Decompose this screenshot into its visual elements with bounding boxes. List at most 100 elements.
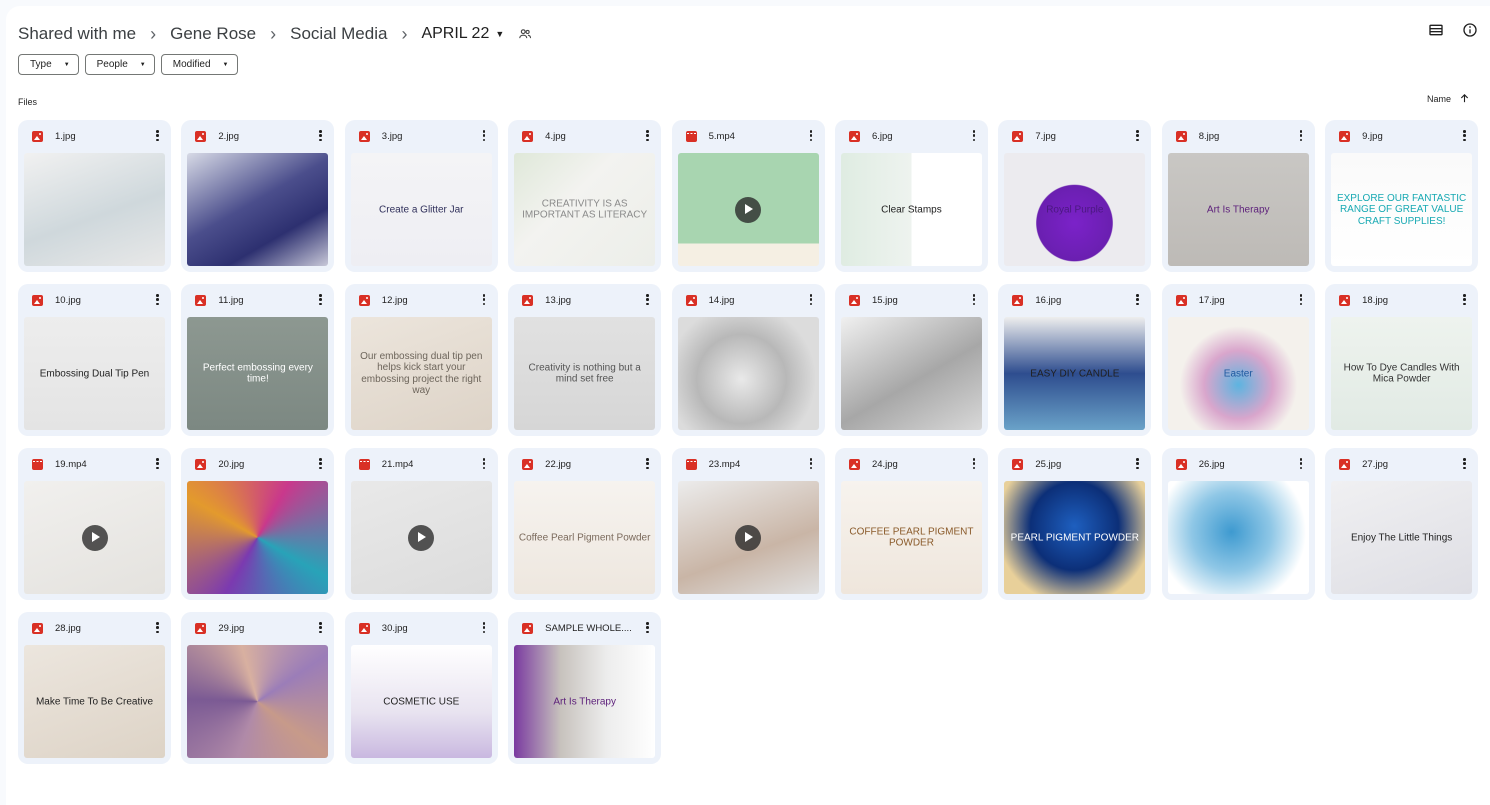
more-actions-icon[interactable]: [1463, 130, 1466, 141]
play-icon[interactable]: [408, 524, 435, 551]
file-card[interactable]: 20.jpg: [181, 448, 335, 600]
file-thumbnail[interactable]: Art Is Therapy: [514, 645, 656, 758]
file-card[interactable]: 29.jpg: [181, 612, 335, 764]
file-thumbnail[interactable]: [187, 153, 329, 266]
file-thumbnail[interactable]: Enjoy The Little Things: [1331, 481, 1473, 594]
info-icon[interactable]: [1462, 22, 1478, 38]
more-actions-icon[interactable]: [809, 130, 813, 141]
file-card[interactable]: 23.mp4: [671, 448, 825, 600]
file-card[interactable]: 30.jpg COSMETIC USE: [344, 612, 498, 764]
more-actions-icon[interactable]: [1299, 458, 1303, 469]
breadcrumb-gene-rose[interactable]: Gene Rose: [170, 20, 256, 48]
file-card[interactable]: 7.jpg Royal Purple: [998, 120, 1152, 272]
file-card[interactable]: 4.jpg CREATIVITY IS AS IMPORTANT AS LITER…: [508, 120, 662, 272]
file-card[interactable]: 5.mp4: [671, 120, 825, 272]
file-card[interactable]: 16.jpg EASY DIY CANDLE: [998, 284, 1152, 436]
file-thumbnail[interactable]: Royal Purple: [1004, 153, 1146, 266]
play-icon[interactable]: [735, 524, 762, 551]
file-thumbnail[interactable]: Create a Glitter Jar: [350, 153, 492, 266]
file-thumbnail[interactable]: CREATIVITY IS AS IMPORTANT AS LITERACY: [514, 153, 656, 266]
more-actions-icon[interactable]: [646, 294, 649, 305]
file-thumbnail[interactable]: Clear Stamps: [840, 153, 982, 266]
file-thumbnail[interactable]: [24, 153, 165, 266]
file-card[interactable]: 27.jpg Enjoy The Little Things: [1325, 448, 1479, 600]
filter-type-button[interactable]: Type ▼: [18, 54, 79, 75]
file-thumbnail[interactable]: COFFEE PEARL PIGMENT POWDER: [840, 481, 982, 594]
more-actions-icon[interactable]: [1299, 294, 1303, 305]
more-actions-icon[interactable]: [482, 294, 486, 305]
file-card[interactable]: 21.mp4: [344, 448, 498, 600]
file-thumbnail[interactable]: COSMETIC USE: [350, 645, 492, 758]
file-card[interactable]: 1.jpg: [18, 120, 171, 272]
file-thumbnail[interactable]: Easter: [1167, 317, 1309, 430]
breadcrumb-social-media[interactable]: Social Media: [290, 20, 387, 48]
shared-folder-icon[interactable]: [518, 27, 532, 41]
more-actions-icon[interactable]: [972, 294, 976, 305]
file-thumbnail[interactable]: Embossing Dual Tip Pen: [24, 317, 165, 430]
file-card[interactable]: 17.jpg Easter: [1161, 284, 1315, 436]
file-card[interactable]: 24.jpg COFFEE PEARL PIGMENT POWDER: [834, 448, 988, 600]
more-actions-icon[interactable]: [482, 458, 486, 469]
file-thumbnail[interactable]: PEARL PIGMENT POWDER: [1004, 481, 1146, 594]
file-thumbnail[interactable]: [187, 645, 329, 758]
file-card[interactable]: 12.jpg Our embossing dual tip pen helps k…: [344, 284, 498, 436]
more-actions-icon[interactable]: [319, 130, 322, 141]
file-card[interactable]: 11.jpg Perfect embossing every time!: [181, 284, 335, 436]
file-card[interactable]: 3.jpg Create a Glitter Jar: [344, 120, 498, 272]
file-thumbnail[interactable]: [677, 481, 819, 594]
arrow-up-icon[interactable]: [1459, 93, 1470, 104]
file-card[interactable]: 15.jpg: [834, 284, 988, 436]
file-thumbnail[interactable]: Our embossing dual tip pen helps kick st…: [350, 317, 492, 430]
breadcrumb-shared-with-me[interactable]: Shared with me: [18, 20, 136, 48]
more-actions-icon[interactable]: [809, 294, 813, 305]
more-actions-icon[interactable]: [156, 294, 159, 305]
file-card[interactable]: 28.jpg Make Time To Be Creative: [18, 612, 171, 764]
more-actions-icon[interactable]: [972, 458, 976, 469]
file-thumbnail[interactable]: How To Dye Candles With Mica Powder: [1331, 317, 1473, 430]
more-actions-icon[interactable]: [156, 130, 159, 141]
file-thumbnail[interactable]: EASY DIY CANDLE: [1004, 317, 1146, 430]
file-thumbnail[interactable]: [1167, 481, 1309, 594]
more-actions-icon[interactable]: [646, 458, 649, 469]
more-actions-icon[interactable]: [1463, 458, 1466, 469]
file-thumbnail[interactable]: Perfect embossing every time!: [187, 317, 329, 430]
more-actions-icon[interactable]: [482, 130, 486, 141]
file-card[interactable]: 9.jpg EXPLORE OUR FANTASTIC RANGE OF GREA…: [1325, 120, 1479, 272]
filter-people-button[interactable]: People ▼: [84, 54, 155, 75]
more-actions-icon[interactable]: [646, 130, 649, 141]
filter-modified-button[interactable]: Modified ▼: [160, 54, 238, 75]
more-actions-icon[interactable]: [319, 622, 322, 633]
breadcrumb-current-folder[interactable]: APRIL 22 ▼: [421, 25, 504, 43]
file-thumbnail[interactable]: [677, 153, 819, 266]
file-card[interactable]: 18.jpg How To Dye Candles With Mica Powde…: [1325, 284, 1479, 436]
more-actions-icon[interactable]: [1136, 294, 1139, 305]
file-thumbnail[interactable]: [24, 481, 165, 594]
file-card[interactable]: 19.mp4: [18, 448, 171, 600]
file-card[interactable]: 14.jpg: [671, 284, 825, 436]
file-thumbnail[interactable]: Art Is Therapy: [1167, 153, 1309, 266]
list-view-icon[interactable]: [1428, 22, 1444, 38]
play-icon[interactable]: [81, 524, 108, 551]
file-thumbnail[interactable]: Make Time To Be Creative: [24, 645, 165, 758]
file-card[interactable]: 22.jpg Coffee Pearl Pigment Powder: [508, 448, 662, 600]
file-thumbnail[interactable]: [350, 481, 492, 594]
sort-control[interactable]: Name: [1427, 93, 1470, 104]
more-actions-icon[interactable]: [156, 458, 159, 469]
file-card[interactable]: 25.jpg PEARL PIGMENT POWDER: [998, 448, 1152, 600]
file-thumbnail[interactable]: [677, 317, 819, 430]
more-actions-icon[interactable]: [1299, 130, 1303, 141]
more-actions-icon[interactable]: [646, 622, 649, 633]
more-actions-icon[interactable]: [319, 458, 322, 469]
file-card[interactable]: 13.jpg Creativity is nothing but a mind s…: [508, 284, 662, 436]
file-card[interactable]: 10.jpg Embossing Dual Tip Pen: [18, 284, 171, 436]
file-card[interactable]: 26.jpg: [1161, 448, 1315, 600]
more-actions-icon[interactable]: [156, 622, 159, 633]
more-actions-icon[interactable]: [1136, 130, 1139, 141]
more-actions-icon[interactable]: [1136, 458, 1139, 469]
file-thumbnail[interactable]: EXPLORE OUR FANTASTIC RANGE OF GREAT VAL…: [1331, 153, 1473, 266]
file-card[interactable]: 2.jpg: [181, 120, 335, 272]
more-actions-icon[interactable]: [972, 130, 976, 141]
more-actions-icon[interactable]: [482, 622, 486, 633]
file-thumbnail[interactable]: Creativity is nothing but a mind set fre…: [514, 317, 656, 430]
play-icon[interactable]: [735, 196, 762, 223]
